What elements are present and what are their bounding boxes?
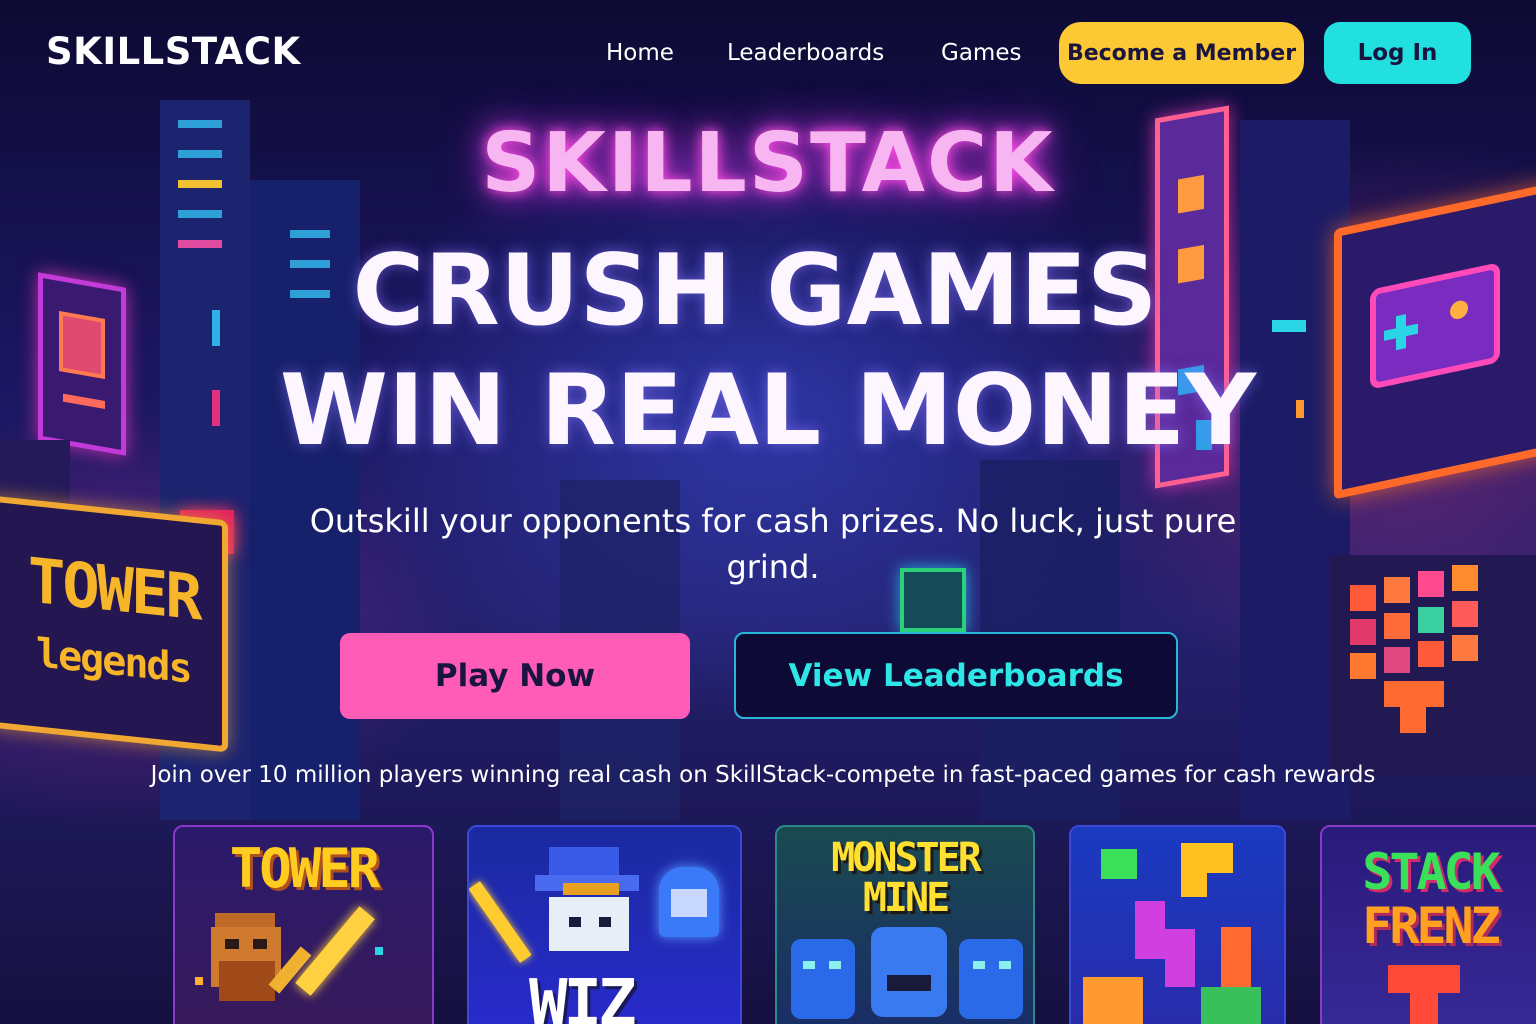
- game-tile-falling-blocks[interactable]: [1069, 825, 1286, 1024]
- game-tile-stack-frenz[interactable]: STACK FRENZ: [1320, 825, 1536, 1024]
- window-light: [178, 210, 222, 218]
- game-tile-title: WIZ: [529, 967, 637, 1024]
- view-leaderboards-button[interactable]: View Leaderboards: [734, 632, 1178, 719]
- tower-legends-sign: TOWER legends: [0, 495, 228, 753]
- become-member-button[interactable]: Become a Member: [1059, 22, 1304, 84]
- top-nav: SKILLSTACK Home Leaderboards Games Becom…: [0, 0, 1536, 108]
- hero-title-line2: WIN REAL MONEY: [279, 354, 1257, 468]
- tower-sign-subtitle: legends: [36, 630, 191, 693]
- site-logo[interactable]: SKILLSTACK: [46, 30, 301, 73]
- blue-monsters-icon: [777, 827, 1033, 1024]
- login-button[interactable]: Log In: [1324, 22, 1471, 84]
- nav-link-games[interactable]: Games: [941, 40, 1021, 66]
- game-tile-wiz[interactable]: WIZ: [467, 825, 742, 1024]
- stacked-blocks-icon: [1322, 827, 1536, 1024]
- hero-subtitle: Outskill your opponents for cash prizes.…: [309, 502, 1237, 586]
- game-tile-tower[interactable]: TOWER: [173, 825, 434, 1024]
- tower-sign-title: TOWER: [28, 543, 200, 635]
- hero-title-line1: CRUSH GAMES: [352, 234, 1158, 348]
- nav-link-home[interactable]: Home: [606, 40, 674, 66]
- warrior-with-sword-icon: [175, 827, 432, 1024]
- game-tile-monster-mine[interactable]: MONSTER MINE: [775, 825, 1035, 1024]
- falling-blocks-icon: [1071, 827, 1284, 1024]
- block-grid-sign: [1330, 555, 1536, 775]
- nav-link-leaderboards[interactable]: Leaderboards: [727, 40, 884, 66]
- hero-tagline: Join over 10 million players winning rea…: [150, 762, 1376, 788]
- play-now-button[interactable]: Play Now: [340, 633, 690, 719]
- hero-brand-title: SKILLSTACK: [481, 116, 1055, 211]
